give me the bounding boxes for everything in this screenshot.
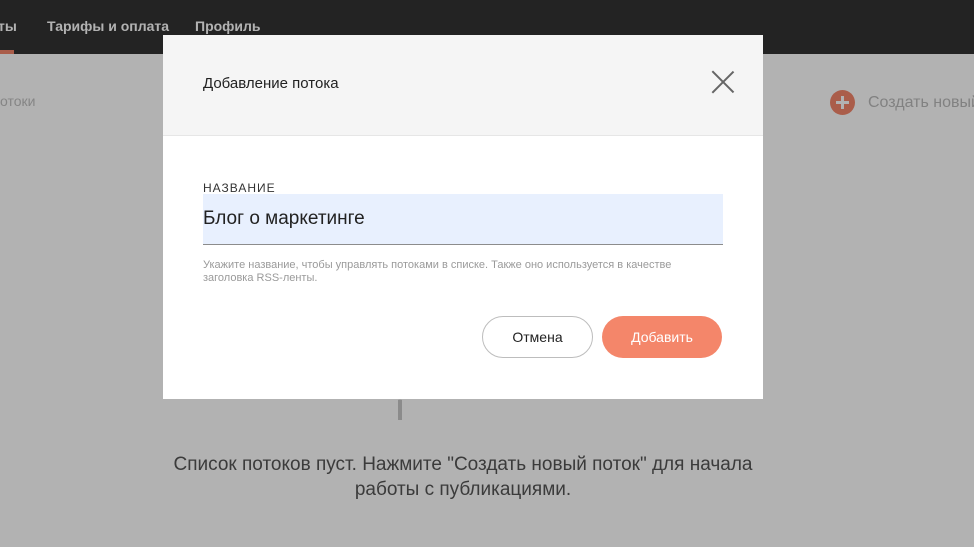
page: ты Тарифы и оплата Профиль отоки Создать…	[0, 0, 974, 547]
dialog-title: Добавление потока	[203, 75, 339, 92]
cancel-button[interactable]: Отмена	[482, 316, 593, 358]
add-stream-dialog: Добавление потока НАЗВАНИЕ Укажите назва…	[163, 35, 763, 399]
add-button[interactable]: Добавить	[602, 316, 722, 358]
close-icon[interactable]	[710, 69, 736, 95]
name-field-label: НАЗВАНИЕ	[203, 181, 276, 195]
name-field-hint: Укажите название, чтобы управлять потока…	[203, 259, 672, 284]
stream-name-input[interactable]	[203, 194, 723, 245]
dialog-header: Добавление потока	[163, 35, 763, 136]
